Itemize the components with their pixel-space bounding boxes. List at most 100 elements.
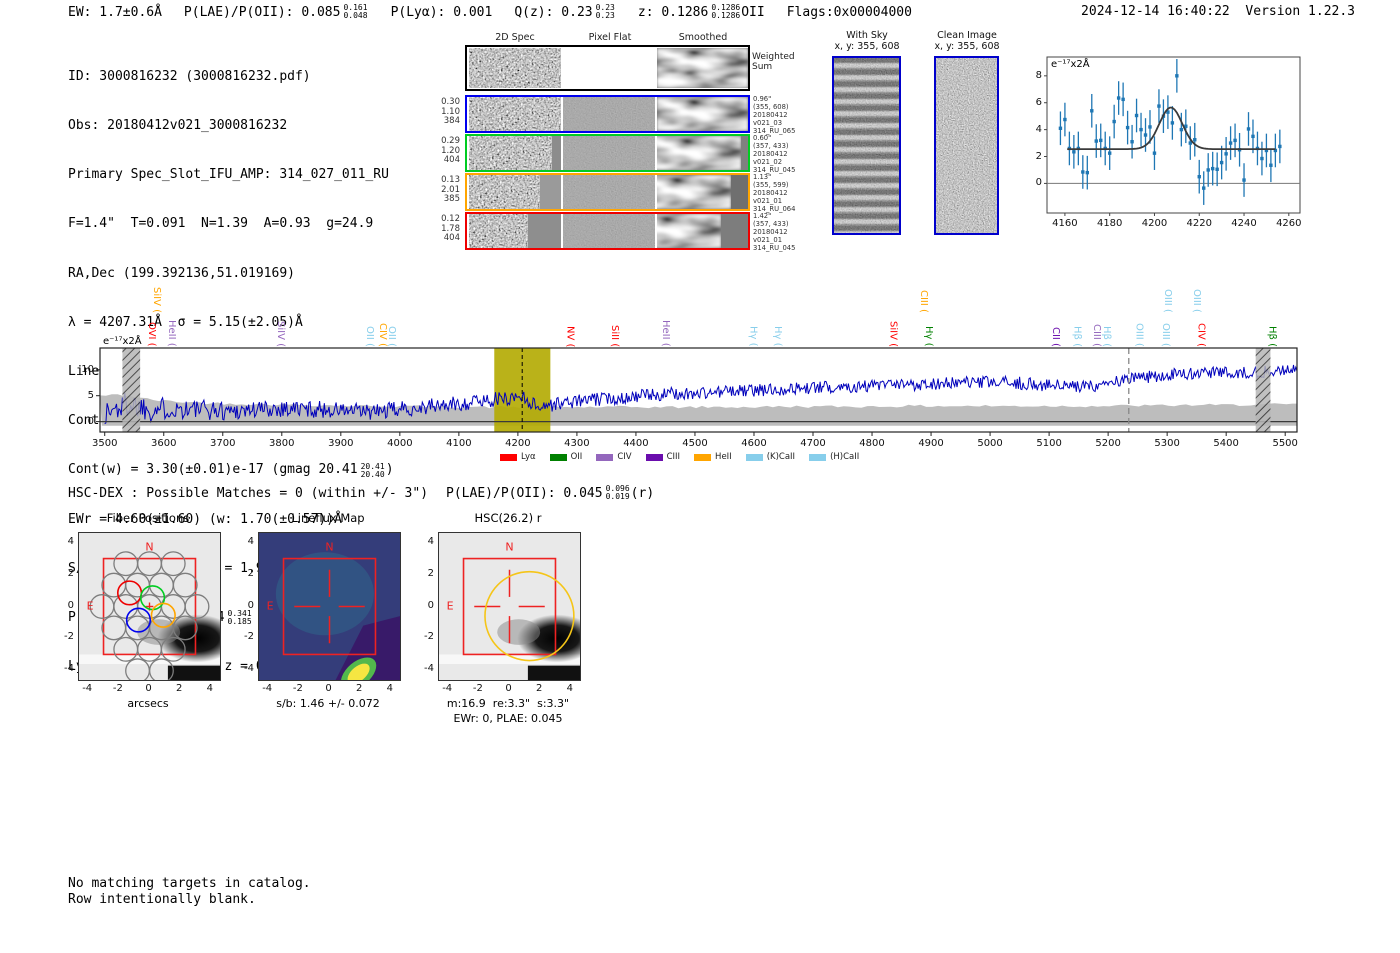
fiber-row-1-weights: 0.30 1.10 384: [441, 97, 460, 126]
lineflux-map-panel-xtick: 4: [386, 683, 393, 694]
legend-label: (K)CaII: [766, 452, 796, 462]
spectrum-xtick: 3500: [91, 438, 118, 449]
legend-swatch: [745, 453, 763, 461]
inset-ytick: 6: [1035, 96, 1042, 108]
emission-line-label: SiIV (: [887, 321, 899, 347]
legend-swatch: [645, 453, 663, 461]
fiber-row-4-meta: 1.42" (357, 433) 20180412 v021_01 314_RU_045: [753, 212, 796, 252]
fiber-positions-panel-ytick: 2: [67, 567, 74, 579]
emission-line-label: Hβ (: [1266, 326, 1278, 347]
fiber-row-3-meta: 1.13" (355, 599) 20180412 v021_01 314_RU_064: [753, 173, 796, 213]
hsc-caption-2: EWr: 0, PLAE: 0.045: [453, 712, 563, 725]
spectrum-legend: Lyα OII CIV CIII HeII (K)CaII (H)CaII: [500, 452, 859, 462]
footer-notes: No matching targets in catalog. Row inte…: [68, 876, 311, 907]
emission-line-label: OII (: [385, 326, 397, 347]
fiber-positions-xlabel: arcsecs: [127, 697, 169, 710]
spectrum-ylabel: e⁻¹⁷x2Å: [103, 336, 142, 347]
emission-line-label: CIII (: [918, 290, 930, 313]
legend-item: (H)CaII: [809, 452, 859, 462]
col-header-2dspec: 2D Spec: [495, 32, 535, 43]
inset-xtick: 4180: [1096, 218, 1123, 229]
weighted-sum-label: Weighted Sum: [752, 52, 795, 72]
fiber-row-2-weights: 0.29 1.20 404: [441, 136, 460, 165]
lineflux-map-panel-xtick: -4: [262, 683, 273, 694]
col-header-smoothed: Smoothed: [678, 32, 728, 43]
footer-line-2: Row intentionally blank.: [68, 891, 256, 907]
legend-label: Lyα: [521, 452, 536, 462]
elixer-report-page: EW: 1.7±0.6Å P(LAE)/P(OII): 0.085 0.161 0…: [0, 0, 1400, 953]
svg-text:E: E: [87, 600, 94, 613]
hsc-r-panel-ytick: -4: [424, 663, 434, 675]
spectrum-xtick: 4100: [446, 438, 472, 449]
info-id: ID: 3000816232 (3000816232.pdf): [68, 68, 311, 84]
spectrum-ytick: 0: [87, 415, 94, 427]
info-seeing: F=1.4" T=0.091 N=1.39 A=0.93 g=24.9: [68, 216, 374, 232]
fiber-row-4-weights: 0.12 1.78 404: [441, 214, 460, 243]
fiber-row-2-meta: 0.60" (357, 433) 20180412 v021_02 314_RU_045: [753, 134, 796, 174]
fiber-positions-panel-xtick: 2: [175, 683, 183, 694]
spectrum-xtick: 4700: [800, 438, 826, 449]
legend-item: CIII: [645, 452, 681, 462]
legend-label: CIV: [617, 452, 632, 462]
with-sky-image: [832, 56, 901, 235]
inset-ytick: 4: [1035, 123, 1042, 135]
emission-line-label: Hγ (: [771, 326, 783, 347]
hsc-caption-1: m:16.9 re:3.3" s:3.3": [446, 697, 570, 710]
clean-image: [934, 56, 999, 235]
hsc-r-panel-xtick: 4: [566, 683, 573, 694]
hsc-r-panel-ytick: -2: [424, 631, 434, 643]
fiber-row-1: [465, 95, 750, 133]
emission-line-label: Hβ (: [1101, 326, 1113, 347]
legend-item: (K)CaII: [745, 452, 796, 462]
spectrum-ytick: 10: [81, 363, 94, 375]
col-header-pixelflat: Pixel Flat: [588, 32, 632, 43]
fiber-positions-panel-ytick: 4: [67, 535, 74, 547]
inset-xtick: 4200: [1141, 218, 1168, 229]
fiber-positions-title: Fiber Positions: [106, 511, 190, 525]
svg-text:E: E: [447, 600, 454, 613]
fiber-row-1-meta: 0.96" (355, 608) 20180412 v021_03 314_RU_065: [753, 95, 796, 135]
spectrum-xtick: 5400: [1213, 438, 1239, 449]
fiber-positions-panel-ytick: 0: [67, 599, 74, 611]
inset-xtick: 4260: [1276, 218, 1302, 229]
lineflux-map-panel-ytick: 2: [247, 567, 254, 579]
flags-value: Flags:0x00004000: [786, 4, 912, 20]
hsc-r-title: HSC(26.2) r: [474, 511, 542, 525]
emission-line-label: SiII (: [608, 324, 620, 347]
spectrum-xtick: 5200: [1095, 438, 1121, 449]
emission-line-label: OIII (: [1190, 289, 1202, 313]
emission-line-label: CIV (: [1195, 323, 1207, 347]
spectrum-xtick: 5300: [1154, 438, 1180, 449]
fiber-row-3-weights: 0.13 2.01 385: [441, 175, 460, 204]
legend-label: CIII: [666, 452, 681, 462]
info-obs: Obs: 20180412v021_3000816232: [68, 118, 288, 134]
hsc-dex-plae: P(LAE)/P(OII): 0.045: [446, 485, 603, 501]
inset-plot-svg: [1044, 56, 1301, 216]
svg-text:N: N: [325, 541, 333, 554]
fiber-positions-panel-xtick: -4: [82, 683, 93, 694]
weighted-sum-row: [465, 45, 750, 91]
spectrum-xtick: 5100: [1036, 438, 1062, 449]
legend-swatch: [500, 453, 517, 461]
emission-line-label: HeII (: [166, 320, 178, 347]
svg-text:N: N: [145, 541, 153, 554]
hsc-r-panel-ytick: 2: [427, 567, 434, 579]
hsc-dex-line: HSC-DEX : Possible Matches = 0 (within +…: [68, 484, 655, 501]
emission-line-label: Hβ (: [1071, 326, 1083, 347]
spectrum-xtick: 4400: [623, 438, 649, 449]
legend-label: OII: [570, 452, 583, 462]
info-ifu-amp: Primary Spec_Slot_IFU_AMP: 314_027_011_R…: [68, 167, 389, 183]
emission-line-label: CII (: [1049, 327, 1061, 347]
spectrum-xtick: 3600: [151, 438, 177, 449]
inset-xtick: 4220: [1186, 218, 1212, 229]
hsc-r-panel-xtick: -2: [472, 683, 483, 694]
lineflux-map-panel-ytick: -4: [244, 663, 254, 675]
with-sky-title: With Sky x, y: 355, 608: [834, 30, 900, 52]
spectrum-ytick: 5: [87, 389, 94, 401]
legend-item: CIV: [596, 452, 632, 462]
lineflux-map-panel-image: NE: [258, 532, 401, 681]
spectrum-xtick: 5500: [1272, 438, 1298, 449]
inset-ylabel: e⁻¹⁷x2Å: [1051, 59, 1090, 70]
footer-line-1: No matching targets in catalog.: [68, 876, 311, 891]
fiber-positions-panel-image: NE: [78, 532, 221, 681]
